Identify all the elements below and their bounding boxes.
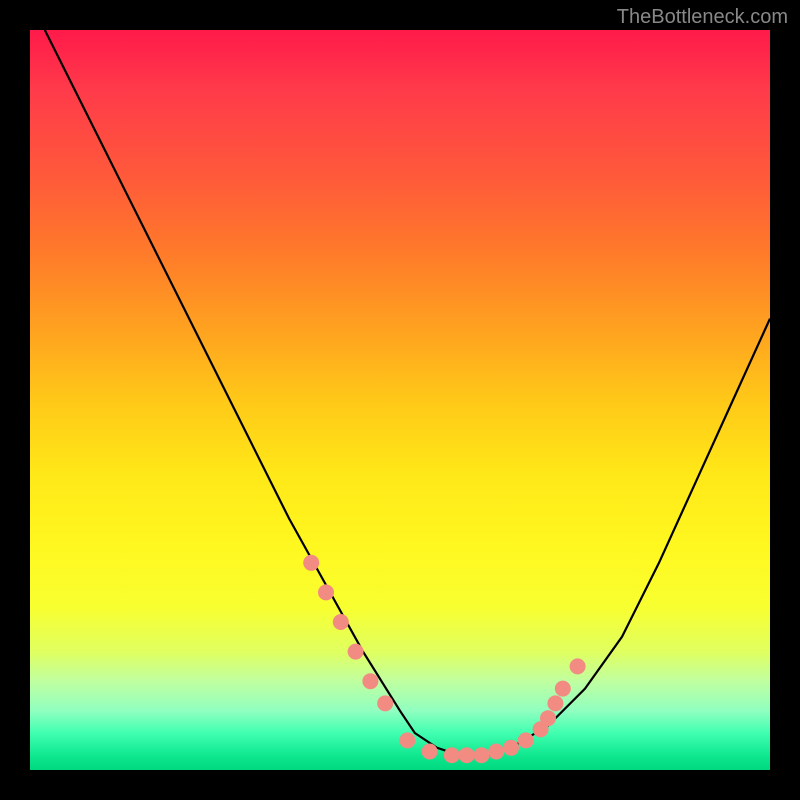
highlight-dot [555, 681, 571, 697]
plot-area [30, 30, 770, 770]
highlight-dot [540, 710, 556, 726]
watermark-text: TheBottleneck.com [617, 6, 788, 29]
highlight-dot [459, 747, 475, 763]
bottleneck-curve [45, 30, 770, 755]
highlight-dot [570, 658, 586, 674]
highlight-dot [318, 584, 334, 600]
highlight-dot [488, 744, 504, 760]
highlight-dot [303, 555, 319, 571]
highlight-dot [444, 747, 460, 763]
highlight-dot [362, 673, 378, 689]
highlight-dot [547, 695, 563, 711]
highlight-dot [473, 747, 489, 763]
highlight-dot [503, 740, 519, 756]
highlight-dot [333, 614, 349, 630]
highlight-dot [422, 744, 438, 760]
highlight-dot [348, 644, 364, 660]
highlight-dots [303, 555, 585, 763]
chart-overlay [30, 30, 770, 770]
highlight-dot [399, 732, 415, 748]
highlight-dot [518, 732, 534, 748]
highlight-dot [377, 695, 393, 711]
